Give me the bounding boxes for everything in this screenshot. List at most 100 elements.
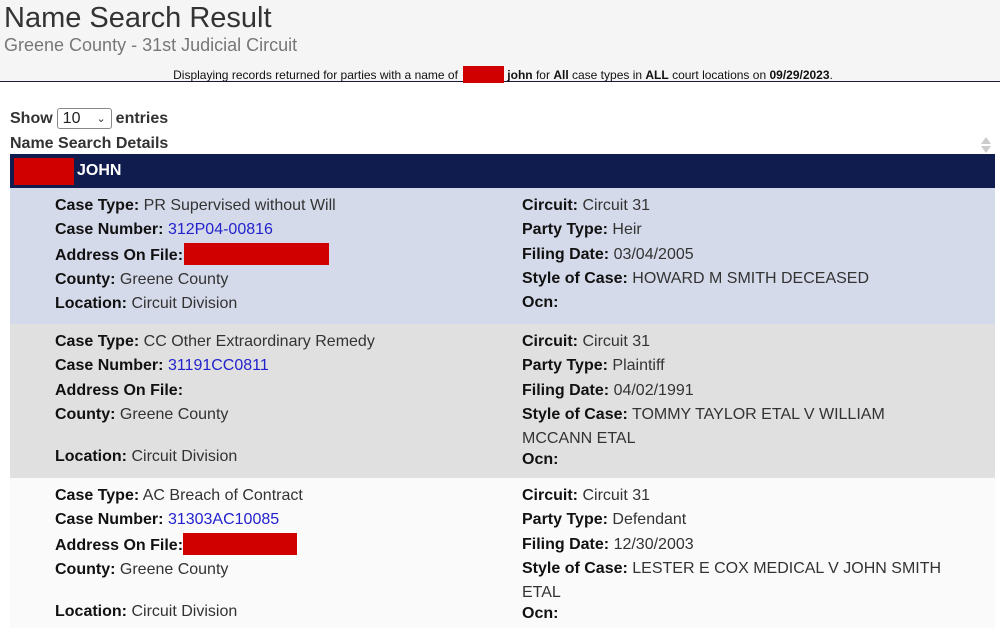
- field-label: County:: [55, 270, 116, 288]
- case-type-field: Case Type: PR Supervised without Will: [55, 194, 505, 218]
- summary-prefix: Displaying records returned for parties …: [173, 68, 458, 82]
- summary-suffix: .: [829, 68, 833, 82]
- party-name: JOHN: [77, 162, 122, 179]
- county-field: County: Greene County: [55, 558, 505, 582]
- case-type-value: PR Supervised without Will: [143, 197, 336, 214]
- page-title: Name Search Result: [4, 2, 272, 34]
- field-label: Case Number:: [55, 511, 164, 529]
- address-field: Address On File:: [55, 379, 505, 403]
- entries-label: entries: [115, 109, 169, 127]
- record-left-column: Case Type: AC Breach of Contract Case Nu…: [55, 484, 505, 624]
- redacted-address: [183, 532, 298, 555]
- field-label: County:: [55, 560, 116, 578]
- summary-name: john: [507, 68, 533, 82]
- field-label: Filing Date:: [522, 381, 610, 399]
- field-label: Circuit:: [522, 333, 578, 350]
- field-label: Filing Date:: [522, 245, 610, 263]
- county-field: County: Greene County: [55, 268, 505, 292]
- field-label: Ocn:: [522, 451, 559, 469]
- circuit-value: Circuit 31: [582, 487, 651, 504]
- field-label: Ocn:: [522, 294, 559, 312]
- entries-select[interactable]: 10 ⌄: [56, 108, 112, 129]
- field-label: Filing Date:: [522, 535, 610, 553]
- party-name-bar: JOHN: [10, 154, 995, 188]
- ocn-field: Ocn:: [522, 605, 962, 623]
- redacted-first-name: [14, 157, 74, 185]
- circuit-value: Circuit 31: [582, 197, 651, 214]
- field-label: Case Type:: [55, 487, 140, 504]
- record-left-column: Case Type: PR Supervised without Will Ca…: [55, 194, 505, 316]
- county-value: Greene County: [119, 270, 229, 288]
- field-label: Location:: [55, 295, 127, 313]
- party-type-value: Heir: [612, 221, 642, 239]
- entries-value: 10: [62, 109, 81, 127]
- field-label: Style of Case:: [522, 559, 628, 577]
- circuit-field: Circuit: Circuit 31: [522, 484, 962, 508]
- redacted-address: [184, 242, 330, 265]
- case-number-link[interactable]: 31191CC0811: [168, 357, 269, 374]
- field-label: Circuit:: [522, 197, 578, 214]
- ocn-field: Ocn:: [522, 291, 962, 315]
- style-of-case-continued: ETAL: [522, 584, 561, 602]
- field-label: Address On File:: [55, 536, 184, 554]
- case-number-link[interactable]: 31303AC10085: [168, 511, 279, 528]
- summary-date: 09/29/2023: [769, 68, 830, 82]
- field-label: Location:: [55, 448, 127, 466]
- table-row: Case Type: CC Other Extraordinary Remedy…: [10, 324, 995, 478]
- case-type-field: Case Type: CC Other Extraordinary Remedy: [55, 330, 505, 354]
- field-label: Location:: [55, 603, 127, 621]
- show-label: Show: [10, 109, 53, 127]
- sort-icon[interactable]: [981, 137, 991, 153]
- page-subtitle: Greene County - 31st Judicial Circuit: [4, 35, 298, 55]
- chevron-down-icon: ⌄: [96, 113, 106, 125]
- ocn-field: Ocn:: [522, 451, 962, 469]
- circuit-field: Circuit: Circuit 31: [522, 330, 962, 354]
- filing-date-field: Filing Date: 03/04/2005: [522, 243, 962, 267]
- search-summary: Displaying records returned for parties …: [0, 66, 1000, 83]
- field-label: Style of Case:: [522, 269, 628, 287]
- address-field: Address On File:: [55, 242, 505, 268]
- location-field: Location: Circuit Division: [55, 292, 505, 316]
- column-header-name-search-details[interactable]: Name Search Details: [10, 135, 995, 153]
- field-label: Circuit:: [522, 487, 578, 504]
- case-type-value: AC Breach of Contract: [142, 487, 303, 504]
- field-label: Style of Case:: [522, 405, 628, 423]
- summary-for: for: [535, 68, 550, 82]
- table-row: Case Type: AC Breach of Contract Case Nu…: [10, 478, 995, 628]
- field-label: Address On File:: [55, 246, 184, 264]
- field-label: Party Type:: [522, 357, 608, 375]
- party-type-field: Party Type: Plaintiff: [522, 354, 962, 378]
- circuit-value: Circuit 31: [582, 333, 651, 350]
- case-number-link[interactable]: 312P04-00816: [168, 221, 273, 238]
- style-of-case-field: Style of Case: TOMMY TAYLOR ETAL V WILLI…: [522, 403, 962, 427]
- field-label: Case Type:: [55, 197, 140, 214]
- record-left-column: Case Type: CC Other Extraordinary Remedy…: [55, 330, 505, 469]
- style-of-case-value: LESTER E COX MEDICAL V JOHN SMITH: [632, 559, 942, 577]
- location-field: Location: Circuit Division: [55, 445, 505, 469]
- record-right-column: Circuit: Circuit 31 Party Type: Plaintif…: [522, 330, 962, 469]
- record-right-column: Circuit: Circuit 31 Party Type: Defendan…: [522, 484, 962, 623]
- record-right-column: Circuit: Circuit 31 Party Type: Heir Fil…: [522, 194, 962, 315]
- field-label: Address On File:: [55, 381, 184, 399]
- address-field: Address On File:: [55, 532, 505, 558]
- case-number-field: Case Number: 312P04-00816: [55, 218, 505, 242]
- summary-locations-on: court locations on: [672, 68, 767, 82]
- case-number-field: Case Number: 31191CC0811: [55, 354, 505, 378]
- county-field: County: Greene County: [55, 403, 505, 427]
- circuit-field: Circuit: Circuit 31: [522, 194, 962, 218]
- filing-date-field: Filing Date: 04/02/1991: [522, 379, 962, 403]
- redacted-name: [463, 66, 505, 83]
- summary-case-types: All: [553, 68, 569, 82]
- field-label: Case Type:: [55, 333, 140, 350]
- entries-control: Show 10 ⌄ entries: [10, 108, 168, 129]
- county-value: Greene County: [119, 560, 229, 578]
- field-label: Case Number:: [55, 357, 164, 375]
- filing-date-field: Filing Date: 12/30/2003: [522, 533, 962, 557]
- style-of-case-value: TOMMY TAYLOR ETAL V WILLIAM: [631, 405, 885, 423]
- page-header: Name Search Result Greene County - 31st …: [0, 0, 1000, 83]
- table-row: Case Type: PR Supervised without Will Ca…: [10, 188, 995, 324]
- summary-case-types-in: case types in: [572, 68, 643, 82]
- party-type-field: Party Type: Heir: [522, 218, 962, 242]
